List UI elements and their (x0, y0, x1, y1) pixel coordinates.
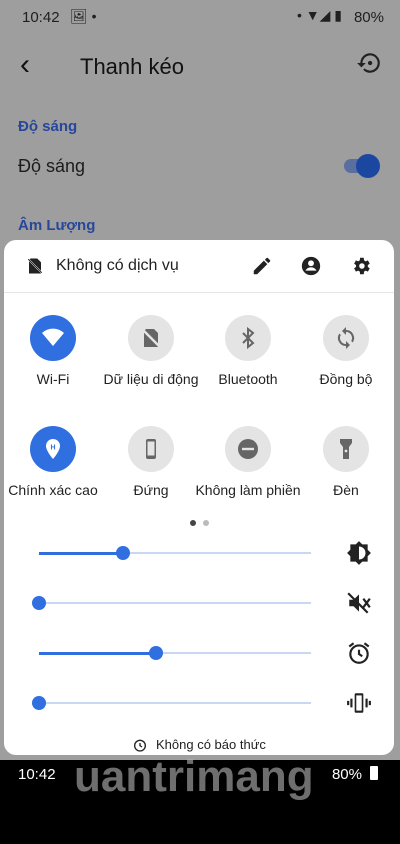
alarm-icon (348, 642, 370, 664)
sync-tile-label: Đồng bộ (319, 371, 373, 387)
flashlight-icon (340, 439, 352, 459)
location-tile-label: Chính xác cao (8, 482, 98, 498)
wifi-icon (42, 328, 64, 346)
bottom-battery: 80% (331, 766, 362, 783)
brightness-slider-fill (39, 551, 124, 555)
section-brightness: Độ sáng (18, 118, 78, 135)
location-tile[interactable]: H (30, 426, 76, 472)
location-icon: H (46, 439, 60, 459)
mobile-data-tile-label: Dữ liệu di động (103, 371, 199, 387)
status-notification-icons: 🖼 • (70, 8, 97, 24)
battery-icon (370, 766, 378, 780)
flashlight-tile[interactable] (323, 426, 369, 472)
alarm-volume-slider-thumb[interactable] (148, 646, 163, 660)
page-title: Thanh kéo (80, 54, 184, 79)
sync-icon (337, 327, 355, 349)
dnd-tile[interactable] (225, 426, 271, 472)
vibrate-icon (347, 693, 371, 713)
ring-volume-slider-track[interactable] (39, 702, 311, 704)
user-icon[interactable] (300, 255, 322, 277)
status-signal-icons: • ▼◢ ▮ (296, 7, 342, 23)
wifi-tile[interactable] (30, 315, 76, 361)
sync-tile[interactable] (323, 315, 369, 361)
bluetooth-icon (242, 326, 255, 350)
alarm-clock-icon (134, 739, 146, 752)
mobile-data-tile[interactable] (128, 315, 174, 361)
status-time: 10:42 (22, 9, 60, 26)
media-volume-slider-track[interactable] (39, 602, 311, 604)
do-not-disturb-icon (238, 439, 258, 459)
media-volume-slider-thumb[interactable] (32, 596, 46, 610)
ring-volume-slider-thumb[interactable] (32, 696, 46, 710)
bottom-time: 10:42 (18, 766, 56, 783)
back-button[interactable]: ‹ (20, 50, 30, 80)
edit-icon[interactable] (251, 255, 273, 277)
brightness-icon (347, 541, 371, 565)
portrait-tile-label: Đứng (133, 482, 169, 498)
next-alarm-text: Không có báo thức (156, 737, 266, 752)
brightness-row-label: Độ sáng (18, 156, 86, 176)
wifi-tile-label: Wi-Fi (36, 371, 70, 387)
page-dot-active (190, 520, 196, 526)
mobile-data-off-icon (141, 328, 161, 348)
header-divider (4, 292, 394, 293)
watermark: uantrimang (74, 752, 314, 801)
section-volume: Âm Lượng (18, 217, 96, 234)
status-battery: 80% (353, 9, 384, 26)
no-sim-icon (27, 258, 43, 274)
bluetooth-tile-label: Bluetooth (218, 371, 278, 387)
alarm-volume-slider-fill (39, 651, 156, 655)
dnd-tile-label: Không làm phiền (195, 482, 301, 498)
settings-gear-icon[interactable] (350, 255, 372, 277)
svg-text:H: H (50, 445, 55, 452)
flashlight-tile-label: Đèn (333, 482, 359, 498)
brightness-toggle-thumb[interactable] (356, 154, 380, 178)
carrier-status: Không có dịch vụ (56, 257, 179, 274)
bluetooth-tile[interactable] (225, 315, 271, 361)
page-dot (203, 520, 209, 526)
volume-off-icon (347, 592, 371, 614)
portrait-tile[interactable] (128, 426, 174, 472)
portrait-icon (146, 439, 156, 459)
reset-icon[interactable] (356, 50, 382, 76)
